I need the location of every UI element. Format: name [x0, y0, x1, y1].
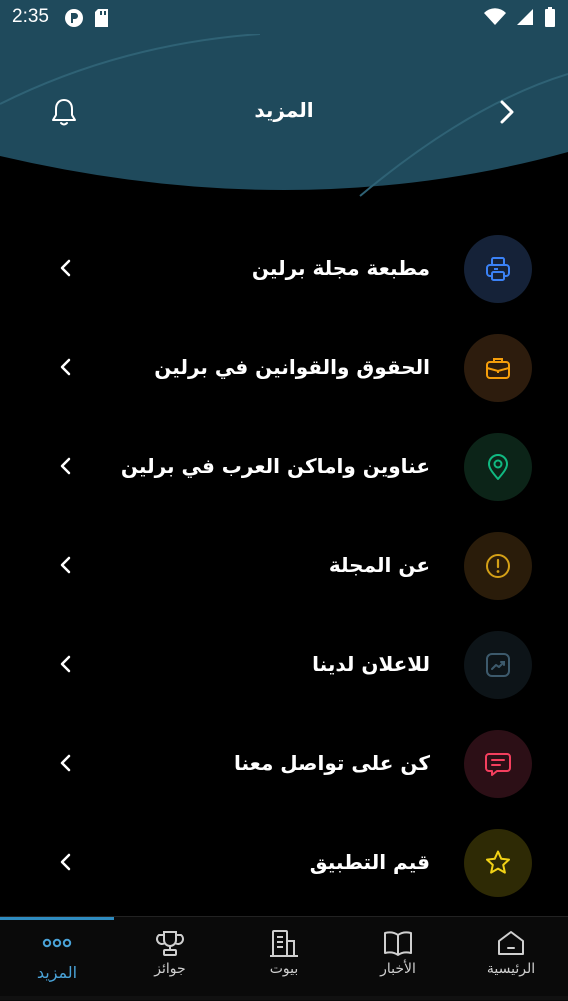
star-badge [464, 829, 532, 897]
star-icon [486, 850, 510, 874]
nav-tab-more[interactable]: المزيد [0, 917, 114, 1001]
nav-tab-news[interactable]: الأخبار [341, 917, 455, 1001]
sd-card-icon [94, 8, 110, 32]
menu-item-label: الحقوق والقوانين في برلين [154, 355, 430, 379]
nav-tab-awards[interactable]: جوائز [113, 917, 227, 1001]
nav-tab-label: جوائز [154, 961, 186, 977]
status-time: 2:35 [12, 6, 49, 27]
chat-message-icon [485, 753, 511, 776]
status-bar: 2:35 [0, 0, 568, 34]
chevron-left-icon [54, 652, 78, 676]
menu-item-about[interactable]: عن المجلة [0, 520, 568, 610]
briefcase-badge [464, 334, 532, 402]
chevron-left-icon [54, 256, 78, 280]
menu-item-label: عناوين واماكن العرب في برلين [120, 454, 430, 478]
menu-item-contact[interactable]: كن على تواصل معنا [0, 718, 568, 808]
location-badge [464, 433, 532, 501]
home-icon [454, 927, 568, 959]
menu-item-rate-app[interactable]: قيم التطبيق [0, 817, 568, 907]
nav-tab-label: الرئيسية [486, 961, 536, 977]
printer-icon [486, 257, 510, 281]
back-button[interactable] [490, 94, 524, 130]
building-icon [227, 927, 341, 959]
nav-tab-label: المزيد [36, 963, 78, 982]
trophy-icon [113, 927, 227, 959]
chat-badge [464, 730, 532, 798]
trending-badge [464, 631, 532, 699]
chevron-left-icon [54, 850, 78, 874]
menu-item-advertise[interactable]: للاعلان لدينا [0, 619, 568, 709]
bottom-nav: المزيد جوائز بيوت الأخبار الرئيسية [0, 916, 568, 1001]
app-notification-icon [64, 8, 84, 32]
open-book-icon [341, 927, 455, 959]
nav-tab-label: الأخبار [380, 961, 416, 977]
nav-tab-home[interactable]: الرئيسية [454, 917, 568, 1001]
bell-icon [52, 99, 76, 126]
nav-tab-homes[interactable]: بيوت [227, 917, 341, 1001]
notifications-button[interactable] [46, 94, 82, 130]
more-dots-icon [0, 927, 114, 959]
menu-item-label: للاعلان لدينا [312, 652, 430, 676]
info-badge [464, 532, 532, 600]
menu-item-label: كن على تواصل معنا [233, 751, 430, 775]
menu-item-rights-laws[interactable]: الحقوق والقوانين في برلين [0, 322, 568, 412]
printer-badge [464, 235, 532, 303]
trending-chart-icon [486, 653, 510, 677]
battery-icon [544, 7, 556, 31]
system-gesture-bar [0, 996, 568, 1000]
nav-tab-label: بيوت [269, 961, 299, 977]
chevron-left-icon [54, 355, 78, 379]
menu-item-label: مطبعة مجلة برلين [251, 256, 430, 280]
chevron-left-icon [54, 553, 78, 577]
location-pin-icon [488, 454, 508, 480]
menu-item-label: عن المجلة [328, 553, 430, 577]
wifi-icon [484, 8, 506, 30]
chevron-right-icon [500, 100, 514, 124]
menu-item-label: قيم التطبيق [309, 850, 430, 874]
menu-item-print[interactable]: مطبعة مجلة برلين [0, 223, 568, 313]
info-circle-icon [486, 554, 510, 578]
chevron-left-icon [54, 751, 78, 775]
menu-item-arab-places[interactable]: عناوين واماكن العرب في برلين [0, 421, 568, 511]
cell-signal-icon [516, 8, 534, 30]
page-title: المزيد [254, 98, 314, 122]
chevron-left-icon [54, 454, 78, 478]
briefcase-icon [486, 358, 510, 379]
